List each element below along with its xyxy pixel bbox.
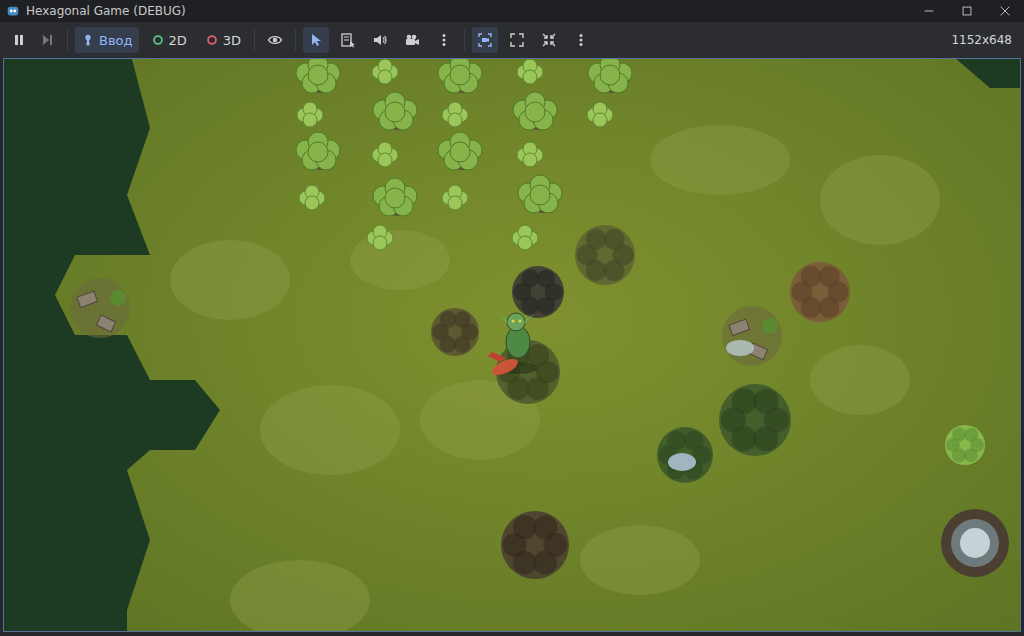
- separator: [67, 29, 68, 51]
- tree-icon: [373, 92, 417, 130]
- tree-icon: [373, 178, 417, 216]
- mode-label: 3D: [223, 33, 241, 48]
- tree-icon: [296, 59, 340, 93]
- separator: [254, 29, 255, 51]
- camera-group: [472, 27, 594, 53]
- bog-icon: [719, 384, 791, 456]
- pond-icon: [657, 427, 713, 483]
- frame-button[interactable]: [504, 27, 530, 53]
- maximize-button[interactable]: [948, 0, 986, 22]
- step-icon: [39, 32, 55, 48]
- window-title: Hexagonal Game (DEBUG): [26, 4, 904, 18]
- tree-icon: [296, 132, 340, 170]
- tree-icon: [518, 175, 562, 213]
- maximize-icon: [960, 4, 974, 18]
- mode-button[interactable]: 2D: [145, 27, 193, 53]
- village-icon: [722, 306, 782, 366]
- minimize-icon: [922, 4, 936, 18]
- mode-label: 2D: [169, 33, 187, 48]
- tree-icon: [588, 59, 632, 93]
- close-icon: [998, 4, 1012, 18]
- more-button[interactable]: [431, 27, 457, 53]
- bush-icon: [945, 425, 985, 465]
- fullscreen-icon: [541, 32, 557, 48]
- debug-toolbar: Ввод 2D 3D 1152x648: [0, 22, 1024, 58]
- crater-icon: [941, 509, 1009, 577]
- bush-icon: [517, 59, 543, 84]
- bush-icon: [299, 185, 325, 210]
- mute-button[interactable]: [367, 27, 393, 53]
- hex-map[interactable]: [4, 59, 1020, 631]
- pause-icon: [11, 32, 27, 48]
- camera-icon: [404, 32, 420, 48]
- camera-override-icon: [477, 32, 493, 48]
- window-controls: [910, 0, 1024, 22]
- bush-icon: [372, 59, 398, 84]
- camera-button[interactable]: [399, 27, 425, 53]
- game-viewport[interactable]: [3, 58, 1021, 632]
- tree-icon: [438, 59, 482, 93]
- separator: [464, 29, 465, 51]
- tree-icon: [438, 132, 482, 170]
- pause-button[interactable]: [6, 27, 32, 53]
- list-button[interactable]: [335, 27, 361, 53]
- select-button[interactable]: [303, 27, 329, 53]
- ruins-icon: [431, 308, 479, 356]
- frame-icon: [509, 32, 525, 48]
- resolution-label: 1152x648: [951, 33, 1018, 47]
- speaker-icon: [372, 32, 388, 48]
- title-bar: Hexagonal Game (DEBUG): [0, 0, 1024, 22]
- dirt-patch-icon: [790, 262, 850, 322]
- playback-group: [6, 27, 60, 53]
- bush-icon: [367, 225, 393, 250]
- close-button[interactable]: [986, 0, 1024, 22]
- mode-button[interactable]: Ввод: [75, 27, 139, 53]
- grass-terrain: [55, 59, 1020, 631]
- village-icon: [70, 278, 130, 338]
- godot-logo-icon: [6, 4, 20, 18]
- bush-icon: [587, 102, 613, 127]
- water-icon: [668, 453, 696, 471]
- more-icon: [436, 32, 452, 48]
- bush-icon: [442, 102, 468, 127]
- input-pin-icon: [81, 33, 95, 47]
- viewport-frame: [0, 58, 1024, 636]
- next-frame-button[interactable]: [34, 27, 60, 53]
- visibility-group: [262, 27, 288, 53]
- bush-icon: [442, 185, 468, 210]
- more-icon: [573, 32, 589, 48]
- bush-icon: [297, 102, 323, 127]
- camera-override-button[interactable]: [472, 27, 498, 53]
- rough-patch-icon: [575, 225, 635, 285]
- eye-icon: [267, 32, 283, 48]
- burnt-ground-icon: [512, 266, 564, 318]
- cursor-icon: [308, 32, 324, 48]
- bush-icon: [517, 142, 543, 167]
- burnt-ground-icon: [501, 511, 569, 579]
- tools-group: [303, 27, 457, 53]
- embed-button[interactable]: [536, 27, 562, 53]
- list-select-icon: [340, 32, 356, 48]
- ring-icon: [205, 33, 219, 47]
- more-button[interactable]: [568, 27, 594, 53]
- bush-icon: [372, 142, 398, 167]
- separator: [295, 29, 296, 51]
- mode-label: Ввод: [99, 33, 133, 48]
- bush-icon: [512, 225, 538, 250]
- goblin-unit-icon[interactable]: [488, 313, 538, 378]
- minimize-button[interactable]: [910, 0, 948, 22]
- mode-group: Ввод 2D 3D: [75, 27, 247, 53]
- visibility-button[interactable]: [262, 27, 288, 53]
- mode-button[interactable]: 3D: [199, 27, 247, 53]
- ring-icon: [151, 33, 165, 47]
- tree-icon: [513, 92, 557, 130]
